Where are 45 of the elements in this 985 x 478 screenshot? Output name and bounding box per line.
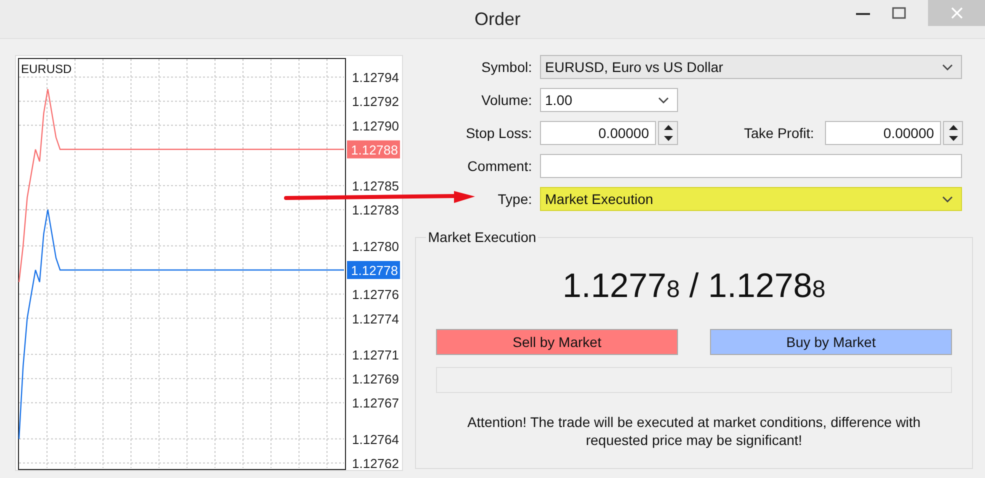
down-arrow-icon	[948, 136, 958, 141]
dropdown[interactable]: Market Execution	[540, 187, 962, 211]
field-label: Volume:	[481, 92, 532, 108]
dropdown[interactable]: EURUSD, Euro vs US Dollar	[540, 55, 962, 79]
axis-label: 1.12771	[352, 347, 399, 362]
axis-label: 1.12790	[352, 118, 399, 134]
spinner-buttons[interactable]	[658, 121, 678, 145]
window-title: Order	[474, 8, 520, 30]
maximize-icon[interactable]	[892, 7, 906, 19]
down-arrow-icon	[664, 136, 672, 141]
spinner-buttons[interactable]	[943, 121, 964, 145]
field-label: Symbol:	[481, 59, 532, 75]
up-arrow-icon	[664, 125, 672, 130]
axis-label: 1.12769	[352, 372, 399, 387]
up-arrow-icon	[948, 125, 958, 130]
chevron-down-icon	[942, 64, 953, 70]
close-icon	[950, 7, 962, 19]
chevron-down-icon	[942, 196, 953, 202]
field-label: Comment:	[467, 158, 532, 174]
axis-label: 1.12776	[352, 287, 399, 302]
axis-label: 1.12762	[352, 456, 399, 471]
number-field[interactable]: 0.00000	[540, 121, 656, 145]
group-title: Market Execution	[427, 229, 538, 245]
buy-button[interactable]: Buy by Market	[710, 329, 952, 355]
dropdown[interactable]: 1.00	[540, 88, 678, 112]
axis-label: 1.12783	[352, 202, 399, 218]
field-label: Take Profit:	[744, 125, 814, 141]
input-field[interactable]	[540, 154, 962, 178]
price-label: 1.12788	[347, 140, 400, 158]
axis-label: 1.12794	[352, 70, 399, 86]
number-field[interactable]: 0.00000	[825, 121, 942, 145]
axis-label: 1.12774	[352, 311, 399, 326]
axis-label: 1.12780	[352, 238, 399, 254]
axis-label: 1.12764	[352, 432, 399, 447]
axis-label: 1.12785	[352, 178, 399, 194]
minimize-icon[interactable]	[856, 12, 870, 14]
axis-label: 1.12792	[352, 94, 399, 110]
field-label: Type:	[498, 191, 532, 207]
price-label: 1.12778	[347, 261, 400, 279]
attention-message: Attention! The trade will be executed at market conditions, difference with requested price may be significant!	[466, 413, 922, 449]
chart-symbol: EURUSD	[21, 62, 72, 76]
axis-label: 1.12767	[352, 396, 399, 411]
field-label: Stop Loss:	[466, 125, 532, 141]
chevron-down-icon	[658, 96, 669, 104]
sell-button[interactable]: Sell by Market	[436, 329, 678, 355]
